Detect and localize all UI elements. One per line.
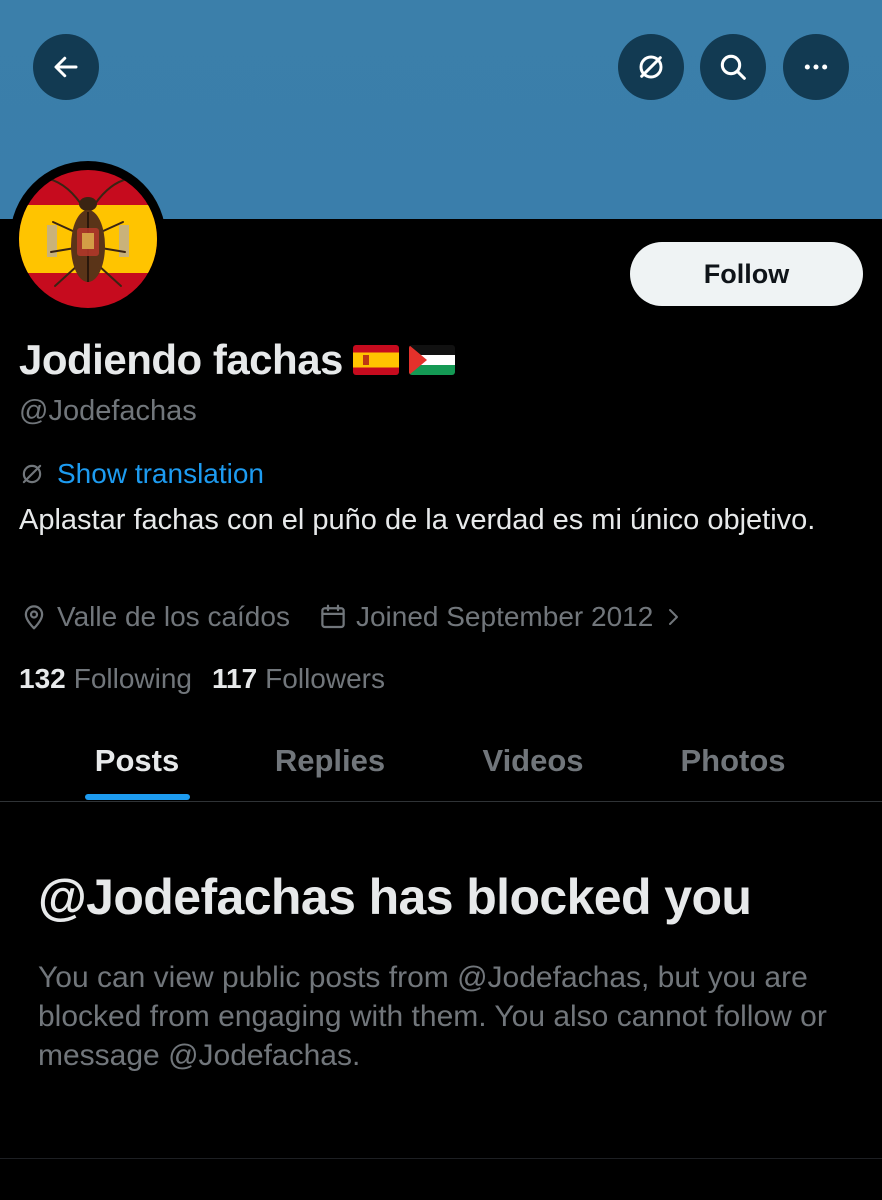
following-stat[interactable]: 132 Following bbox=[19, 663, 192, 695]
tab-videos[interactable]: Videos bbox=[453, 720, 613, 802]
calendar-icon bbox=[321, 604, 345, 629]
following-count: 132 bbox=[19, 663, 66, 694]
translate-icon bbox=[639, 55, 663, 79]
followers-label: Followers bbox=[265, 663, 385, 694]
profile-page: Follow Jodiendo fachas @Jodefachas Show … bbox=[0, 0, 882, 1200]
arrow-left-icon bbox=[54, 56, 78, 78]
search-button[interactable] bbox=[700, 34, 766, 100]
follow-stats: 132 Following 117 Followers bbox=[19, 660, 385, 698]
follow-button[interactable]: Follow bbox=[630, 242, 863, 306]
display-name-row: Jodiendo fachas bbox=[19, 336, 455, 384]
profile-bio: Aplastar fachas con el puño de la verdad… bbox=[19, 504, 816, 536]
search-icon bbox=[720, 54, 746, 80]
location-pin-icon bbox=[24, 605, 44, 630]
translate-button[interactable] bbox=[618, 34, 684, 100]
blocked-title: @Jodefachas has blocked you bbox=[38, 869, 752, 925]
tab-photos[interactable]: Photos bbox=[653, 720, 813, 802]
back-button[interactable] bbox=[33, 34, 99, 100]
more-options-button[interactable] bbox=[783, 34, 849, 100]
profile-tabs: Posts Replies Videos Photos bbox=[0, 720, 882, 802]
followers-count: 117 bbox=[212, 663, 258, 694]
chevron-right-icon bbox=[669, 609, 679, 625]
palestine-flag-icon bbox=[408, 345, 455, 375]
active-tab-indicator bbox=[85, 794, 190, 800]
joined-item[interactable]: Joined September 2012 bbox=[318, 601, 685, 633]
tab-posts[interactable]: Posts bbox=[57, 720, 217, 802]
following-label: Following bbox=[73, 663, 192, 694]
tab-replies[interactable]: Replies bbox=[250, 720, 410, 802]
display-name: Jodiendo fachas bbox=[19, 336, 343, 383]
show-translation-link[interactable]: Show translation bbox=[57, 458, 264, 490]
spain-flag-icon bbox=[352, 345, 399, 375]
blocked-description: You can view public posts from @Jodefach… bbox=[38, 961, 827, 1072]
translate-icon bbox=[22, 464, 42, 484]
location-text: Valle de los caídos bbox=[57, 601, 290, 632]
location-item: Valle de los caídos bbox=[19, 601, 290, 633]
avatar[interactable] bbox=[19, 170, 157, 308]
more-horizontal-icon bbox=[804, 64, 828, 70]
joined-text: Joined September 2012 bbox=[355, 601, 654, 632]
divider bbox=[0, 1158, 882, 1159]
cockroach-on-spanish-flag-image bbox=[19, 170, 157, 308]
profile-meta: Valle de los caídos Joined September 201… bbox=[19, 598, 685, 636]
profile-handle: @Jodefachas bbox=[19, 395, 197, 427]
followers-stat[interactable]: 117 Followers bbox=[212, 663, 385, 695]
show-translation[interactable]: Show translation bbox=[19, 457, 264, 491]
